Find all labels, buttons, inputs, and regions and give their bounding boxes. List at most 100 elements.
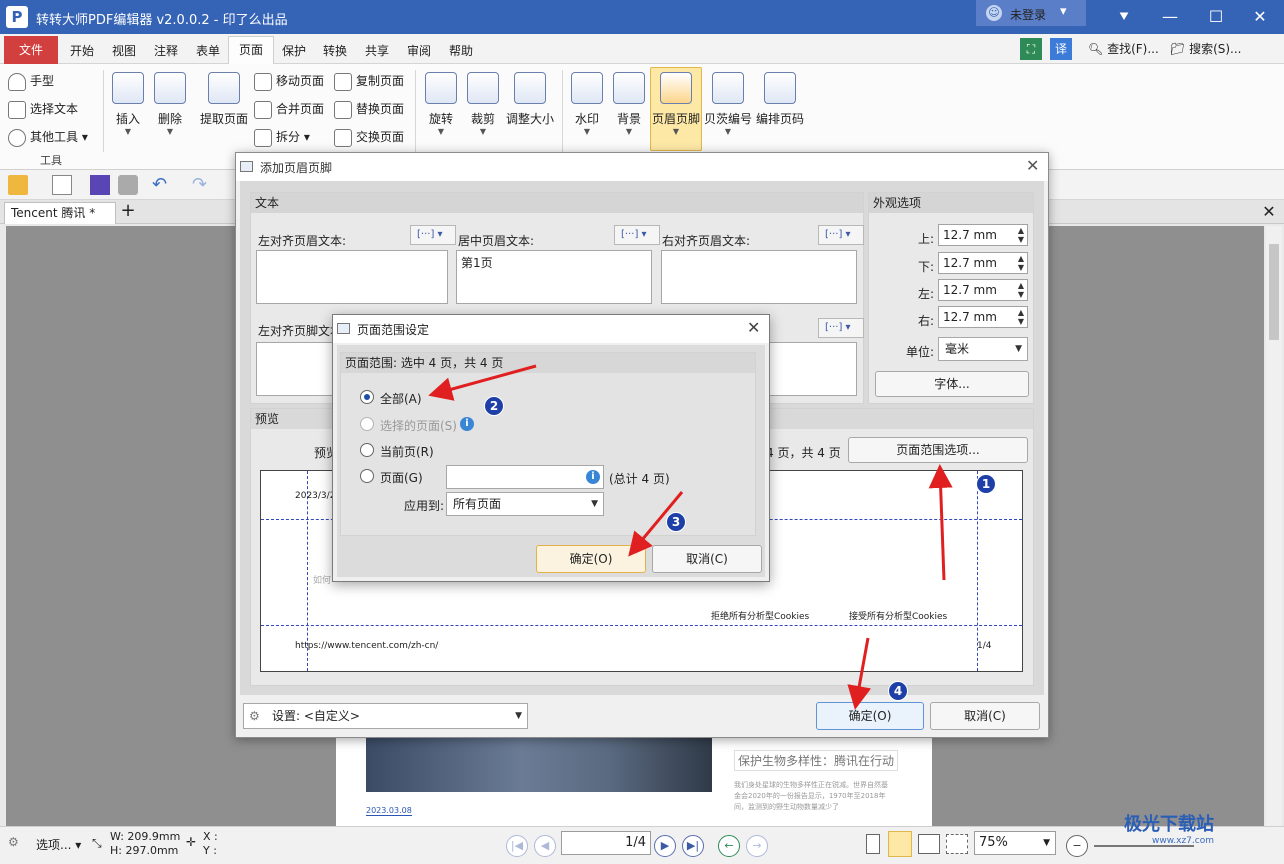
first-page-icon[interactable]: |◀: [506, 835, 528, 857]
apply-to-select[interactable]: 所有页面 ▼: [446, 492, 604, 516]
radio-selected-pages[interactable]: [360, 417, 374, 431]
menu-start[interactable]: 开始: [70, 42, 94, 59]
options-gear-icon: ⚙: [8, 835, 19, 849]
swap-page-button[interactable]: 交换页面: [334, 126, 404, 148]
sub-ok-button[interactable]: 确定(O): [536, 545, 646, 573]
watermark-button[interactable]: 水印 ▼: [568, 72, 606, 136]
menu-help[interactable]: 帮助: [449, 42, 473, 59]
menu-form[interactable]: 表单: [196, 42, 220, 59]
title-bar: P 转转大师PDF编辑器 v2.0.0.2 - 印了么出品 ☺ 未登录 ▾ ⯆ …: [0, 0, 1284, 34]
margin-bottom-spinner[interactable]: 12.7 mm ▲ ▼: [938, 252, 1028, 274]
find-button[interactable]: 🔍︎ 查找(F)...: [1088, 38, 1159, 60]
previous-page-icon[interactable]: ◀: [534, 835, 556, 857]
left-header-macro-button[interactable]: [···] ▾: [410, 225, 456, 245]
document-tab[interactable]: Tencent 腾讯 *: [4, 202, 116, 224]
extract-page-button[interactable]: 提取页面: [198, 72, 250, 127]
center-header-input[interactable]: 第1页: [456, 250, 652, 304]
insert-button[interactable]: 插入 ▼: [110, 72, 146, 136]
vertical-scrollbar[interactable]: [1266, 226, 1282, 826]
radio-all[interactable]: [360, 390, 374, 404]
dialog-ok-button[interactable]: 确定(O): [816, 702, 924, 730]
ribbon-collapse-icon[interactable]: ⯆: [1104, 4, 1144, 30]
last-page-icon[interactable]: ▶|: [682, 835, 704, 857]
scrollbar-thumb[interactable]: [1269, 244, 1279, 340]
continuous-facing-icon[interactable]: [946, 834, 968, 854]
sub-cancel-button[interactable]: 取消(C): [652, 545, 762, 573]
new-document-icon[interactable]: [52, 175, 72, 195]
radio-current-page[interactable]: [360, 443, 374, 457]
replace-page-button[interactable]: 替换页面: [334, 98, 404, 120]
radio-pages-label[interactable]: 页面(G): [380, 469, 423, 486]
dialog-cancel-button[interactable]: 取消(C): [930, 702, 1040, 730]
copy-page-button[interactable]: 复制页面: [334, 70, 404, 92]
options-button[interactable]: 选项... ▾: [36, 836, 81, 853]
menu-page[interactable]: 页面: [228, 36, 274, 65]
font-button[interactable]: 字体...: [875, 371, 1029, 397]
page-numbering-button[interactable]: 编排页码: [754, 72, 806, 127]
bates-button[interactable]: 贝茨编号 ▼: [702, 72, 754, 136]
page-number-input[interactable]: 1/4: [561, 831, 651, 855]
menu-convert[interactable]: 转换: [323, 42, 347, 59]
pages-input[interactable]: [446, 465, 604, 489]
move-page-icon: [254, 72, 272, 91]
page-range-options-button[interactable]: 页面范围选项...: [848, 437, 1028, 463]
minimize-button[interactable]: —: [1150, 4, 1190, 30]
open-folder-icon[interactable]: [8, 175, 28, 195]
sub-dialog-close-button[interactable]: ✕: [747, 318, 760, 337]
menu-file[interactable]: 文件: [4, 36, 58, 64]
forward-icon[interactable]: →: [746, 835, 768, 857]
redo-icon[interactable]: ↷: [192, 175, 212, 195]
radio-selected-label[interactable]: 选择的页面(S): [380, 417, 457, 434]
menu-review[interactable]: 审阅: [407, 42, 431, 59]
move-page-button[interactable]: 移动页面: [254, 70, 324, 92]
margin-left-spinner[interactable]: 12.7 mm ▲ ▼: [938, 279, 1028, 301]
app-title: 转转大师PDF编辑器 v2.0.0.2 - 印了么出品: [36, 13, 288, 28]
radio-all-label[interactable]: 全部(A): [380, 390, 422, 407]
background-button[interactable]: 背景 ▼: [610, 72, 648, 136]
search-button[interactable]: 📁︎ 搜索(S)...: [1170, 38, 1242, 60]
menu-annotate[interactable]: 注释: [154, 42, 178, 59]
close-window-button[interactable]: ✕: [1240, 4, 1280, 30]
print-icon[interactable]: [118, 175, 138, 195]
right-footer-macro-button[interactable]: [···] ▾: [818, 318, 864, 338]
save-icon[interactable]: [90, 175, 110, 195]
crop-button[interactable]: 裁剪 ▼: [464, 72, 502, 136]
menu-view[interactable]: 视图: [112, 42, 136, 59]
radio-current-label[interactable]: 当前页(R): [380, 443, 434, 460]
translate-icon[interactable]: 译: [1050, 38, 1072, 60]
new-tab-icon[interactable]: +: [118, 202, 138, 222]
other-tools[interactable]: 其他工具 ▾: [8, 126, 88, 148]
center-header-macro-button[interactable]: [···] ▾: [614, 225, 660, 245]
login-button[interactable]: ☺ 未登录 ▾: [976, 0, 1086, 26]
zoom-out-icon[interactable]: −: [1066, 835, 1088, 857]
back-icon[interactable]: ←: [718, 835, 740, 857]
facing-page-icon[interactable]: [918, 834, 940, 854]
merge-page-button[interactable]: 合并页面: [254, 98, 324, 120]
menu-share[interactable]: 共享: [365, 42, 389, 59]
unit-select[interactable]: 毫米 ▼: [938, 337, 1028, 361]
hand-tool[interactable]: 手型: [8, 70, 54, 92]
split-button[interactable]: 拆分 ▾: [254, 126, 310, 148]
menu-protect[interactable]: 保护: [282, 42, 306, 59]
single-page-icon[interactable]: [866, 834, 880, 854]
right-header-macro-button[interactable]: [···] ▾: [818, 225, 864, 245]
continuous-page-icon[interactable]: [888, 831, 912, 857]
delete-button[interactable]: 删除 ▼: [152, 72, 188, 136]
settings-select[interactable]: ⚙ 设置: <自定义> ▼: [243, 703, 528, 729]
zoom-select[interactable]: 75% ▼: [974, 831, 1056, 855]
fit-icon[interactable]: ⛶: [1020, 38, 1042, 60]
radio-pages[interactable]: [360, 469, 374, 483]
margin-top-spinner[interactable]: 12.7 mm ▲ ▼: [938, 224, 1028, 246]
select-text-tool[interactable]: 选择文本: [8, 98, 78, 120]
header-footer-button[interactable]: 页眉页脚 ▼: [650, 72, 702, 136]
next-page-icon[interactable]: ▶: [654, 835, 676, 857]
resize-button[interactable]: 调整大小: [504, 72, 556, 127]
dialog-close-button[interactable]: ✕: [1026, 156, 1039, 175]
margin-right-spinner[interactable]: 12.7 mm ▲ ▼: [938, 306, 1028, 328]
right-header-input[interactable]: [661, 250, 857, 304]
rotate-button[interactable]: 旋转 ▼: [422, 72, 460, 136]
maximize-button[interactable]: ☐: [1196, 4, 1236, 30]
undo-icon[interactable]: ↶: [152, 175, 172, 195]
close-document-icon[interactable]: ✕: [1258, 202, 1280, 222]
left-header-input[interactable]: [256, 250, 448, 304]
